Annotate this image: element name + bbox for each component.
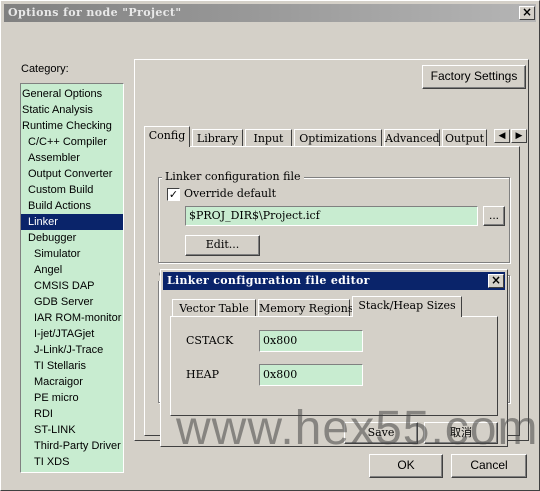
- title-bar[interactable]: Options for node "Project": [4, 4, 536, 22]
- tab-vector-table[interactable]: Vector Table: [172, 299, 256, 317]
- category-item[interactable]: PE micro: [21, 390, 123, 406]
- editor-title: Linker configuration file editor: [167, 274, 370, 287]
- category-item[interactable]: TI XDS: [21, 454, 123, 470]
- linker-editor-dialog: Linker configuration file editor × Vecto…: [160, 269, 508, 447]
- tab-stack-heap-sizes[interactable]: Stack/Heap Sizes: [352, 296, 462, 317]
- category-item[interactable]: ST-LINK: [21, 422, 123, 438]
- category-item[interactable]: Custom Build: [21, 182, 123, 198]
- category-item[interactable]: Runtime Checking: [21, 118, 123, 134]
- tab-config[interactable]: Config: [144, 126, 190, 147]
- category-item[interactable]: CMSIS DAP: [21, 278, 123, 294]
- category-item[interactable]: I-jet/JTAGjet: [21, 326, 123, 342]
- heap-input[interactable]: 0x800: [259, 364, 363, 386]
- category-item[interactable]: Linker: [21, 214, 123, 230]
- category-item[interactable]: RDI: [21, 406, 123, 422]
- category-item[interactable]: Output Converter: [21, 166, 123, 182]
- tab-input[interactable]: Input: [245, 129, 292, 147]
- edit-button[interactable]: Edit...: [185, 235, 260, 256]
- category-item[interactable]: IAR ROM-monitor: [21, 310, 123, 326]
- category-item[interactable]: C/C++ Compiler: [21, 134, 123, 150]
- options-window: Options for node "Project" × Category: G…: [0, 0, 540, 491]
- cstack-label: CSTACK: [186, 334, 234, 347]
- category-label: Category:: [21, 63, 69, 75]
- tab-optimizations[interactable]: Optimizations: [294, 129, 382, 147]
- tab-scroll-right-icon[interactable]: ▶: [511, 129, 527, 143]
- category-item[interactable]: TI Stellaris: [21, 358, 123, 374]
- tab-library[interactable]: Library: [192, 129, 243, 147]
- category-item[interactable]: Build Actions: [21, 198, 123, 214]
- category-item[interactable]: General Options: [21, 86, 123, 102]
- category-item[interactable]: Static Analysis: [21, 102, 123, 118]
- override-default-label: Override default: [184, 187, 277, 200]
- linker-config-group-title: Linker configuration file: [162, 170, 304, 183]
- cstack-input[interactable]: 0x800: [259, 330, 363, 352]
- category-item[interactable]: Third-Party Driver: [21, 438, 123, 454]
- heap-label: HEAP: [186, 368, 219, 381]
- window-title: Options for node "Project": [8, 6, 182, 19]
- editor-close-icon[interactable]: ×: [488, 274, 504, 288]
- factory-settings-button[interactable]: Factory Settings: [422, 65, 526, 89]
- editor-save-button[interactable]: Save: [344, 422, 418, 444]
- ok-button[interactable]: OK: [369, 454, 443, 478]
- category-item[interactable]: Debugger: [21, 230, 123, 246]
- category-item[interactable]: Macraigor: [21, 374, 123, 390]
- close-icon[interactable]: ×: [519, 6, 535, 20]
- category-item[interactable]: Simulator: [21, 246, 123, 262]
- tab-advanced[interactable]: Advanced: [384, 129, 440, 147]
- editor-title-bar[interactable]: Linker configuration file editor ×: [163, 272, 505, 290]
- category-list[interactable]: General Options Static Analysis Runtime Ch…: [20, 83, 124, 473]
- category-item[interactable]: Assembler: [21, 150, 123, 166]
- category-item[interactable]: Angel: [21, 262, 123, 278]
- config-file-path-input[interactable]: $PROJ_DIR$\Project.icf: [185, 206, 478, 226]
- category-item[interactable]: J-Link/J-Trace: [21, 342, 123, 358]
- override-default-checkbox[interactable]: ✓: [167, 188, 180, 201]
- browse-button[interactable]: ...: [483, 206, 505, 226]
- tab-memory-regions[interactable]: Memory Regions: [258, 299, 354, 317]
- editor-tab-page: CSTACK 0x800 HEAP 0x800: [170, 316, 498, 416]
- category-item[interactable]: GDB Server: [21, 294, 123, 310]
- cancel-button[interactable]: Cancel: [451, 454, 527, 478]
- tab-scroll-left-icon[interactable]: ◀: [494, 129, 510, 143]
- editor-cancel-button[interactable]: 取消: [424, 422, 498, 444]
- tab-output[interactable]: Output: [442, 129, 487, 147]
